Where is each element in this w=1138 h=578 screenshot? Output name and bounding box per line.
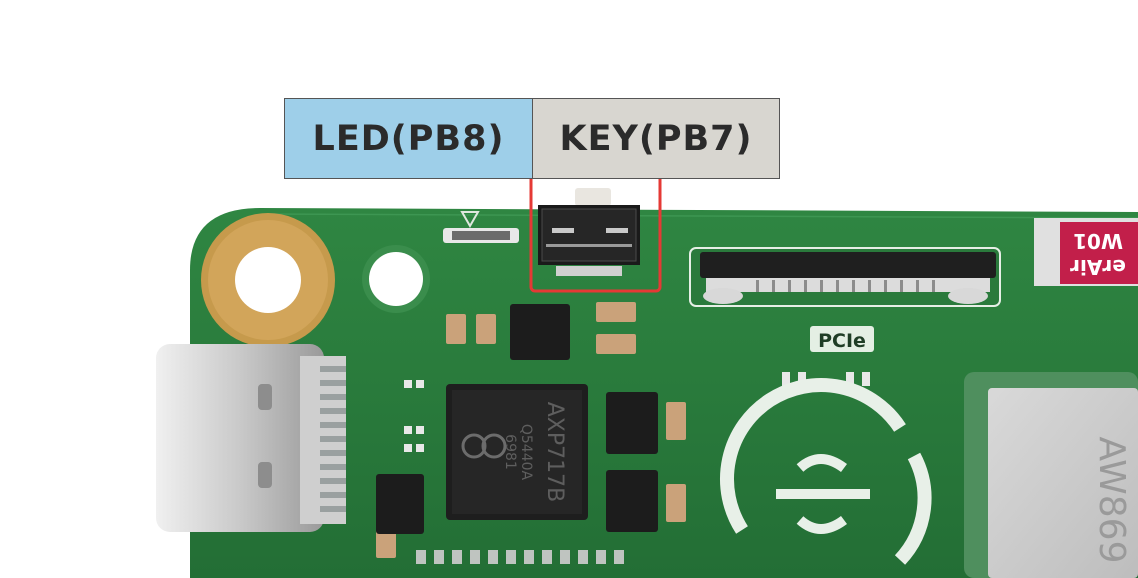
svg-text:6981: 6981 <box>502 434 518 470</box>
svg-text:W01: W01 <box>1073 229 1123 253</box>
key-switch <box>538 188 640 276</box>
wifi-sticker: W01 erAir <box>1034 218 1138 286</box>
pcie-connector <box>689 247 1001 307</box>
key-pin-label: KEY(PB7) <box>533 99 779 178</box>
usb-c-connector <box>156 344 346 532</box>
svg-text:AW869: AW869 <box>1091 437 1132 564</box>
wifi-module: AW869 <box>964 372 1138 578</box>
pcie-label: PCIe <box>818 330 866 352</box>
pin-label-bar: LED(PB8) KEY(PB7) <box>284 98 780 179</box>
pmic-chip: AXP717B Q5440A 6981 <box>446 384 588 520</box>
led-pin-label: LED(PB8) <box>285 99 533 178</box>
svg-text:erAir: erAir <box>1070 255 1126 279</box>
svg-text:Q5440A: Q5440A <box>518 424 534 481</box>
pcb-board-photo: PCIe W01 erAir AXP717B Q5440A 6981 AW869 <box>156 170 1138 578</box>
mounting-hole <box>201 213 335 347</box>
svg-text:AXP717B: AXP717B <box>542 402 567 502</box>
